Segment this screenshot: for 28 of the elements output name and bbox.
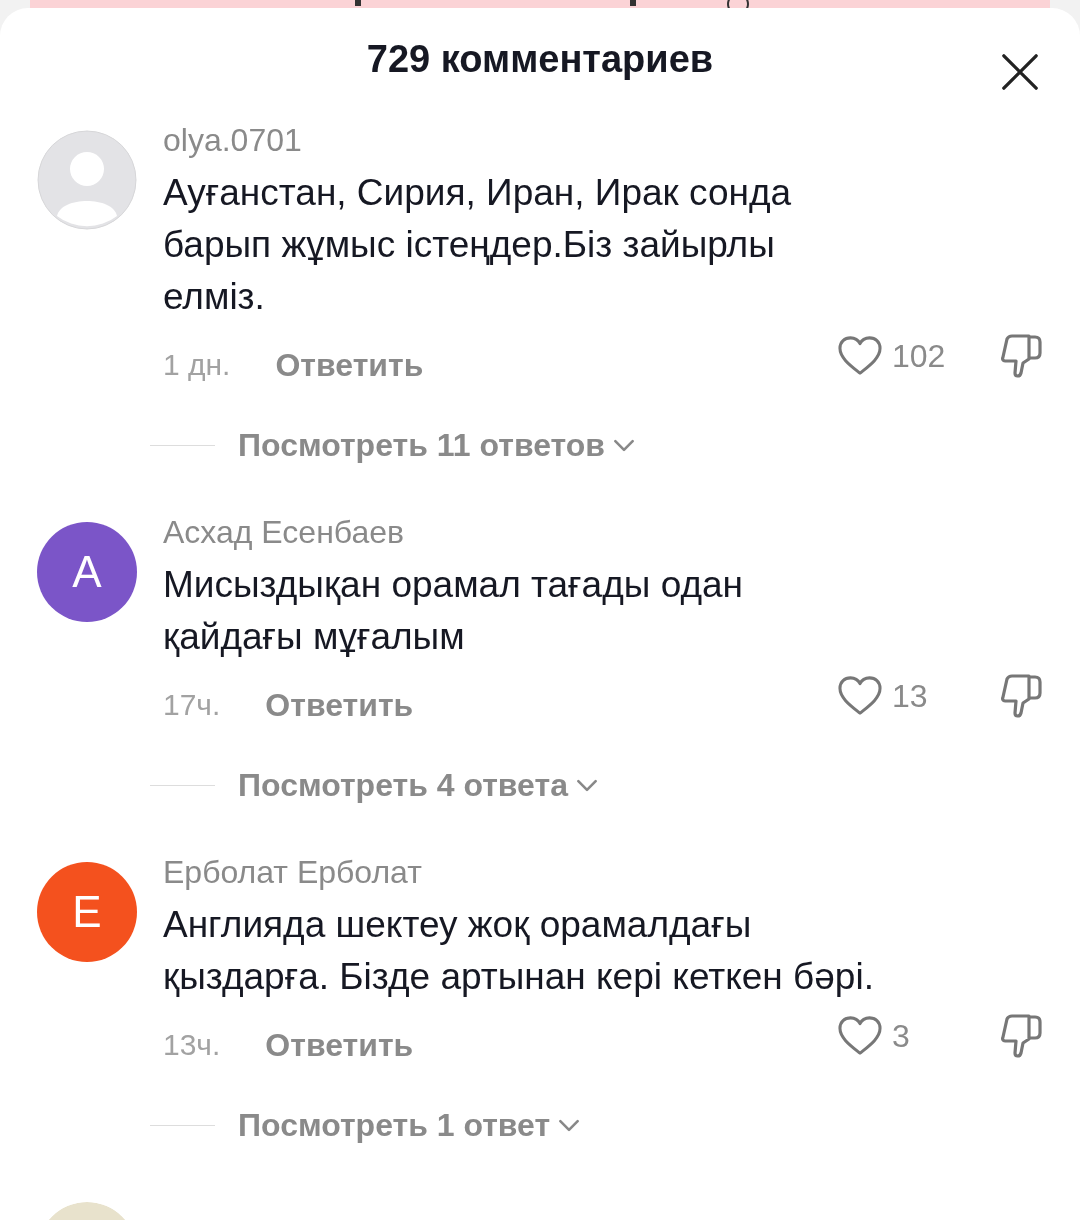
reply-button[interactable]: Ответить bbox=[265, 1026, 414, 1064]
reply-button[interactable]: Ответить bbox=[265, 686, 414, 724]
username[interactable]: Ерболат Ерболат bbox=[163, 852, 422, 892]
like-count: 3 bbox=[892, 1017, 910, 1055]
comment-time: 1 дн. bbox=[163, 348, 231, 382]
reply-button[interactable]: Ответить bbox=[275, 346, 424, 384]
view-replies-button[interactable]: Посмотреть 4 ответа bbox=[238, 766, 568, 804]
heart-icon[interactable] bbox=[837, 1015, 883, 1057]
comment-time: 13ч. bbox=[163, 1028, 221, 1062]
like-count: 13 bbox=[892, 677, 928, 715]
chevron-down-icon[interactable] bbox=[575, 778, 598, 792]
heart-icon[interactable] bbox=[837, 675, 883, 717]
comment-text: Англияда шектеу жоқ орамалдағы қыздарға. Бізде артынан кері кеткен бәрі. bbox=[163, 903, 874, 999]
close-icon[interactable] bbox=[1001, 53, 1039, 91]
comment-time: 17ч. bbox=[163, 688, 221, 722]
chevron-down-icon[interactable] bbox=[558, 1118, 581, 1132]
heart-icon[interactable] bbox=[837, 335, 883, 377]
user-avatar[interactable]: Е bbox=[37, 862, 137, 962]
comments-title: 729 комментариев bbox=[366, 37, 714, 81]
like-count: 102 bbox=[892, 337, 946, 375]
chevron-down-icon[interactable] bbox=[613, 438, 635, 452]
username[interactable]: olya.0701 bbox=[163, 120, 302, 160]
comment-text: Ауғанстан, Сирия, Иран, Ирак сонда барып жұмыс істеңдер.Біз зайырлы елміз. bbox=[163, 171, 792, 319]
username[interactable]: Асхад Есенбаев bbox=[163, 512, 404, 552]
user-avatar[interactable]: А bbox=[37, 522, 137, 622]
view-replies-button[interactable]: Посмотреть 11 ответов bbox=[238, 426, 605, 464]
view-replies-button[interactable]: Посмотреть 1 ответ bbox=[238, 1106, 551, 1144]
comment-text: Мисыздықан орамал тағады одан қайдағы мұғалым bbox=[163, 563, 744, 659]
